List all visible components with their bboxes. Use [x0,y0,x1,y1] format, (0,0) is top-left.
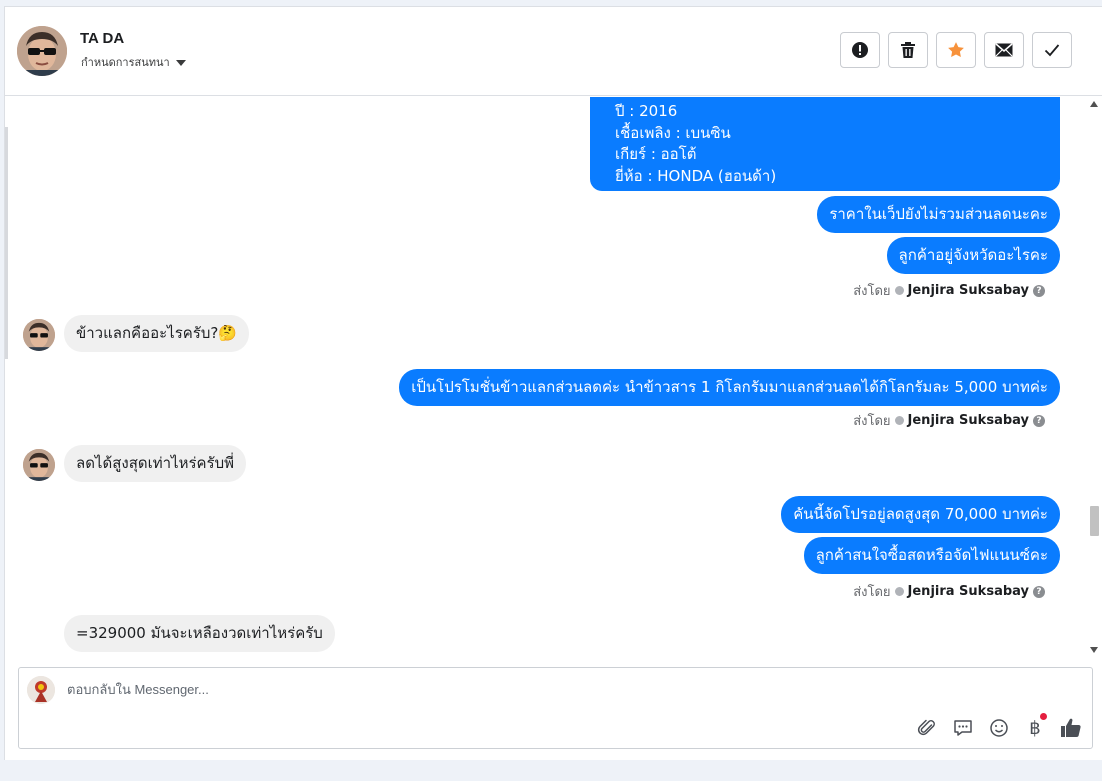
outgoing-message: ลูกค้าสนใจซื้อสดหรือจัดไฟแนนซ์คะ [803,537,1060,574]
outgoing-message: คันนี้จัดโปรอยู่ลดสูงสุด 70,000 บาทค่ะ [781,496,1060,533]
thumbs-up-icon [1061,718,1081,737]
baht-icon: ฿ [1029,717,1041,739]
incoming-message: ลดได้สูงสุดเท่าไหร่ครับพี่ [64,445,247,482]
page-verified-icon [894,587,904,596]
attach-button[interactable] [916,717,938,739]
message-thread[interactable]: ปี : 2016 เชื้อเพลิง : เบนซิน เกียร์ : อ… [5,97,1089,654]
assign-conversation-dropdown[interactable]: กำหนดการสนทนา [81,53,186,71]
spec-line: ยี่ห้อ : HONDA (ฮอนด้า) [615,166,777,185]
incoming-message: =329000 มันจะเหลืองวดเท่าไหร่ครับ [64,615,335,652]
scrollbar-thumb[interactable] [1090,506,1099,536]
exclamation-icon [852,42,868,58]
help-icon[interactable]: ? [1033,585,1045,598]
outgoing-message: ลูกค้าอยู่จังหวัดอะไรคะ [886,237,1060,274]
thread-scrollbar[interactable] [1088,97,1100,654]
saved-replies-button[interactable] [952,717,974,739]
assign-label: กำหนดการสนทนา [81,57,170,69]
help-icon[interactable]: ? [1033,414,1045,427]
contact-avatar[interactable] [17,26,67,76]
outgoing-message-vehicle-specs: ปี : 2016 เชื้อเพลิง : เบนซิน เกียร์ : อ… [590,97,1060,191]
reply-input[interactable] [67,682,767,697]
mark-unread-button[interactable] [984,32,1024,68]
emoji-button[interactable] [988,717,1010,739]
help-icon[interactable]: ? [1033,284,1045,297]
sent-by-label: ส่งโดย [853,284,891,299]
delete-button[interactable] [888,32,928,68]
caret-down-icon [175,59,186,66]
contact-avatar-small[interactable] [23,449,55,481]
mark-done-button[interactable] [1032,32,1072,68]
like-button[interactable] [1060,717,1082,739]
sent-by-label: ส่งโดย [853,414,891,429]
spec-line: เชื้อเพลิง : เบนซิน [615,123,731,142]
sent-by-info: ส่งโดย Jenjira Suksabay ? [853,280,1045,301]
sent-by-info: ส่งโดย Jenjira Suksabay ? [853,581,1045,602]
sent-by-info: ส่งโดย Jenjira Suksabay ? [853,410,1045,431]
outgoing-message: เป็นโปรโมชั่นข้าวแลกส่วนลดค่ะ นำข้าวสาร … [399,369,1060,406]
report-button[interactable] [840,32,880,68]
chat-bubble-dots-icon [954,720,972,736]
paperclip-icon [917,719,935,736]
trash-icon [901,42,915,58]
envelope-icon [995,43,1013,57]
notification-dot [1040,713,1047,720]
smiley-icon [990,719,1008,737]
conversation-header: TA DA กำหนดการสนทนา [5,7,1102,96]
page-verified-icon [894,286,904,295]
page-verified-icon [894,416,904,425]
conversation-panel: TA DA กำหนดการสนทนา ปี : 2016 เชื้อเพลิง… [4,6,1102,760]
scroll-up-arrow-icon[interactable] [1090,101,1098,107]
reply-composer: ฿ [18,667,1093,749]
spec-line: เกียร์ : ออโต้ [615,145,697,163]
sent-by-label: ส่งโดย [853,585,891,600]
sender-name[interactable]: Jenjira Suksabay [908,413,1029,428]
star-button[interactable] [936,32,976,68]
conversation-actions [840,32,1072,68]
outgoing-message: ราคาในเว็ปยังไม่รวมส่วนลดนะคะ [817,196,1060,233]
composer-tools: ฿ [916,713,1082,739]
sender-name[interactable]: Jenjira Suksabay [908,584,1029,599]
sender-name[interactable]: Jenjira Suksabay [908,283,1029,298]
incoming-message: ข้าวแลกคืออะไรครับ?🤔 [64,315,250,352]
contact-avatar-small[interactable] [23,319,55,351]
star-icon [948,42,964,58]
page-avatar [27,676,55,704]
payment-button[interactable]: ฿ [1024,713,1047,739]
contact-name: TA DA [80,30,125,47]
spec-line: ปี : 2016 [615,102,678,120]
scroll-down-arrow-icon[interactable] [1090,647,1098,653]
check-icon [1044,44,1060,57]
